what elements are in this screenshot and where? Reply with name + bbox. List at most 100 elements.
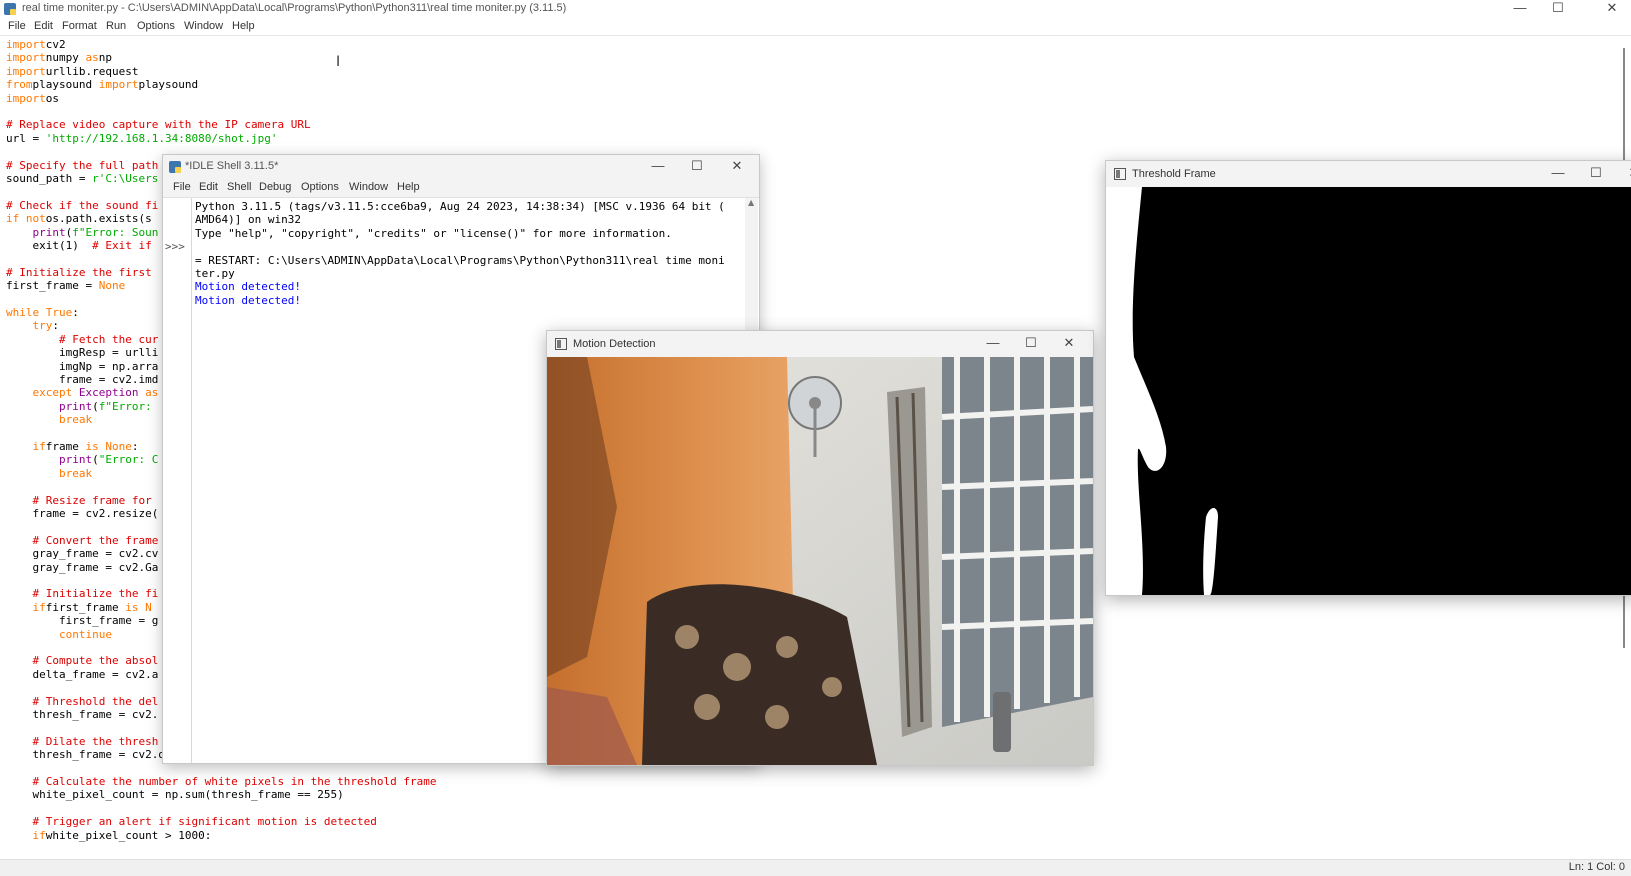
shell-output-line [195,240,735,253]
shell-minimize-button[interactable]: — [640,158,676,176]
code-token: r'C:\Users [92,172,159,185]
code-token: import [6,64,46,78]
minimize-button[interactable]: — [1502,0,1538,18]
code-line: exit(1) # Exit if [6,239,152,252]
camera-frame-image [547,357,1093,765]
scroll-up-arrow-icon[interactable]: ▲ [748,198,754,207]
menu-run[interactable]: Run [106,20,126,32]
code-token: white_pixel_count > 1000: [45,828,212,842]
code-token: delta_frame = cv2.a [6,667,159,681]
code-line: # Calculate the number of white pixels i… [6,775,437,788]
code-token: continue [58,627,112,641]
menu-help[interactable]: Help [232,20,255,32]
code-line: break [6,467,92,480]
code-token: gray_frame = cv2.Ga [6,560,159,574]
shell-menu-options[interactable]: Options [301,181,339,193]
menu-file[interactable]: File [8,20,26,32]
code-line: print("Error: C [6,453,158,466]
code-line: imgNp = np.arra [6,360,158,373]
code-line: except Exception as [6,386,159,399]
threshold-close-button[interactable]: ✕ [1616,165,1631,183]
code-token: if not [6,212,46,226]
code-token: # Exit if [92,239,152,252]
code-token: is None [85,440,132,453]
code-token: : [72,306,79,319]
menu-format[interactable]: Format [62,20,97,32]
code-line: # Threshold the del [6,695,159,708]
code-token: ( [92,453,99,467]
code-token: # Convert the frame [32,533,159,547]
code-token: : [131,440,139,453]
code-token: # Specify the full path [6,158,159,172]
menu-window[interactable]: Window [184,20,223,32]
code-token: sound_path = [6,172,93,185]
code-token: as [85,51,99,65]
code-line: imgResp = urlli [6,346,158,359]
code-token: 'http://192.168.1.34:8080/shot.jpg' [45,131,278,145]
threshold-maximize-button[interactable]: ☐ [1578,165,1614,183]
threshold-frame-window[interactable]: Threshold Frame — ☐ ✕ [1105,160,1631,596]
shell-close-button[interactable]: ✕ [719,158,755,176]
motion-maximize-button[interactable]: ☐ [1013,335,1049,353]
code-line: # Fetch the cur [6,333,158,346]
code-token: cv2 [45,38,66,51]
code-token: np [98,51,112,65]
shell-menu-file[interactable]: File [173,181,191,193]
code-token: import [6,51,46,65]
code-line: first_frame = g [6,614,158,627]
code-line: continue [6,628,112,641]
shell-maximize-button[interactable]: ☐ [679,158,715,176]
code-token: None [98,279,126,293]
motion-close-button[interactable]: ✕ [1051,335,1087,353]
code-token: white_pixel_count = np.sum(thresh_frame … [6,788,344,802]
code-token: : [52,319,59,333]
code-line: ifframe is None: [6,440,139,453]
code-line: break [6,413,92,426]
code-token: gray_frame = cv2.cv [6,547,159,561]
shell-title: *IDLE Shell 3.11.5* [185,160,279,172]
code-line: # Check if the sound fi [6,199,158,212]
shell-menu-help[interactable]: Help [397,181,420,193]
code-line: # Initialize the fi [6,587,159,600]
code-token: # Resize frame for [32,493,152,507]
code-line: print(f"Error: [6,400,152,413]
maximize-button[interactable]: ☐ [1540,0,1576,18]
threshold-minimize-button[interactable]: — [1540,165,1576,183]
menu-options[interactable]: Options [137,20,175,32]
shell-menu-debug[interactable]: Debug [259,181,291,193]
menu-edit[interactable]: Edit [34,20,53,32]
code-line: # Dilate the thresh [6,734,159,748]
shell-menu-edit[interactable]: Edit [199,181,218,193]
code-token: first_frame = g [6,614,159,628]
close-button[interactable]: ✕ [1594,0,1630,18]
code-token: playsound [138,78,199,92]
code-line: try: [6,319,60,333]
code-line: ifwhite_pixel_count > 1000: [6,828,212,842]
code-token: ( [92,399,99,413]
code-token: print [58,453,93,467]
shell-menu-shell[interactable]: Shell [227,181,251,193]
code-line: # Trigger an alert if significant motion… [6,815,377,828]
motion-titlebar: Motion Detection — ☐ ✕ [547,331,1093,357]
code-token: # Dilate the thresh [32,734,159,748]
motion-detection-window[interactable]: Motion Detection — ☐ ✕ [546,330,1094,766]
motion-minimize-button[interactable]: — [975,335,1011,353]
threshold-frame-image [1106,187,1631,595]
code-line: first_frame = None [6,279,125,292]
shell-output-line: Motion detected! [195,293,301,307]
code-line: frame = cv2.resize( [6,507,158,520]
shell-menu-window[interactable]: Window [349,181,388,193]
shell-output[interactable]: Python 3.11.5 (tags/v3.11.5:cce6ba9, Aug… [195,200,735,307]
code-token: break [58,466,93,480]
code-token: os.path.exists(s [45,212,152,226]
code-line: # Convert the frame [6,533,159,547]
code-token: frame [45,440,86,453]
